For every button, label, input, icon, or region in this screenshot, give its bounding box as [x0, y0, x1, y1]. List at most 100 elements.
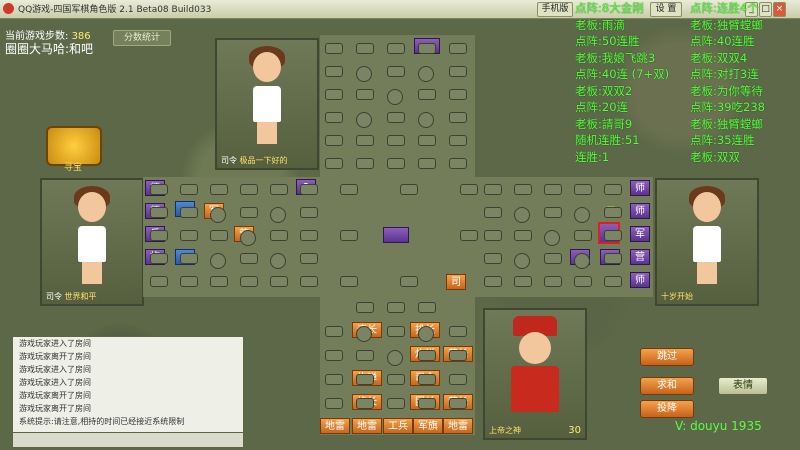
board-post[interactable]	[400, 276, 418, 287]
board-post[interactable]	[387, 302, 405, 313]
board-camp[interactable]	[387, 89, 403, 105]
board-post[interactable]	[449, 326, 467, 337]
board-post[interactable]	[325, 326, 343, 337]
board-piece-purple[interactable]	[383, 227, 409, 243]
board-post[interactable]	[604, 230, 622, 241]
board-post[interactable]	[325, 43, 343, 54]
board-post[interactable]	[449, 350, 467, 361]
board-post[interactable]	[180, 276, 198, 287]
my-piece[interactable]: 工兵	[383, 418, 413, 434]
board-post[interactable]	[449, 158, 467, 169]
board-post[interactable]	[418, 135, 436, 146]
board-post[interactable]	[180, 230, 198, 241]
board-piece[interactable]: 师	[630, 203, 650, 219]
board-post[interactable]	[180, 253, 198, 264]
board-post[interactable]	[356, 158, 374, 169]
board-post[interactable]	[325, 374, 343, 385]
board-post[interactable]	[418, 43, 436, 54]
board-post[interactable]	[514, 184, 532, 195]
board-camp[interactable]	[356, 66, 372, 82]
board-piece[interactable]: 师	[630, 180, 650, 196]
board-post[interactable]	[300, 184, 318, 195]
board-post[interactable]	[449, 374, 467, 385]
board-post[interactable]	[240, 207, 258, 218]
board-post[interactable]	[484, 253, 502, 264]
my-piece[interactable]: 地雷	[320, 418, 350, 434]
board-post[interactable]	[356, 302, 374, 313]
board-post[interactable]	[604, 253, 622, 264]
board-post[interactable]	[210, 184, 228, 195]
board-post[interactable]	[150, 184, 168, 195]
board-post[interactable]	[180, 207, 198, 218]
board-post[interactable]	[325, 112, 343, 123]
board-post[interactable]	[449, 89, 467, 100]
board-post[interactable]	[150, 230, 168, 241]
board-post[interactable]	[514, 276, 532, 287]
board-camp[interactable]	[418, 66, 434, 82]
board-post[interactable]	[574, 230, 592, 241]
board-camp[interactable]	[574, 207, 590, 223]
board-post[interactable]	[240, 276, 258, 287]
board-post[interactable]	[325, 350, 343, 361]
board-post[interactable]	[240, 184, 258, 195]
board-camp[interactable]	[210, 253, 226, 269]
board-post[interactable]	[460, 230, 478, 241]
board-post[interactable]	[484, 230, 502, 241]
board-post[interactable]	[460, 184, 478, 195]
surrender-button[interactable]: 投降	[640, 400, 694, 418]
board-post[interactable]	[418, 89, 436, 100]
board-camp[interactable]	[356, 112, 372, 128]
board-post[interactable]	[356, 43, 374, 54]
board-camp[interactable]	[240, 230, 256, 246]
tab-score-stats[interactable]: 分数统计	[113, 30, 171, 46]
board-post[interactable]	[449, 135, 467, 146]
board-post[interactable]	[356, 89, 374, 100]
board-post[interactable]	[484, 184, 502, 195]
close-button[interactable]: ×	[773, 2, 786, 17]
board-post[interactable]	[150, 253, 168, 264]
board-post[interactable]	[356, 350, 374, 361]
board-camp[interactable]	[356, 326, 372, 342]
emote-button[interactable]: 表情	[718, 377, 768, 395]
my-piece[interactable]: 军旗	[413, 418, 443, 434]
mobile-button[interactable]: 手机版	[537, 2, 573, 17]
board-post[interactable]	[418, 302, 436, 313]
board-post[interactable]	[449, 112, 467, 123]
peace-button[interactable]: 求和	[640, 377, 694, 395]
board-post[interactable]	[180, 184, 198, 195]
board-piece[interactable]: 司	[446, 274, 466, 290]
chat-input[interactable]	[12, 432, 244, 448]
board-post[interactable]	[604, 276, 622, 287]
board-post[interactable]	[604, 207, 622, 218]
board-post[interactable]	[449, 398, 467, 409]
board-post[interactable]	[418, 398, 436, 409]
board-post[interactable]	[300, 230, 318, 241]
board-post[interactable]	[387, 398, 405, 409]
board-post[interactable]	[418, 350, 436, 361]
board-post[interactable]	[387, 43, 405, 54]
board-camp[interactable]	[418, 326, 434, 342]
board-post[interactable]	[210, 276, 228, 287]
board-post[interactable]	[300, 276, 318, 287]
board-post[interactable]	[544, 253, 562, 264]
board-camp[interactable]	[210, 207, 226, 223]
board-post[interactable]	[449, 43, 467, 54]
board-post[interactable]	[400, 184, 418, 195]
board-camp[interactable]	[514, 253, 530, 269]
board-post[interactable]	[340, 276, 358, 287]
board-post[interactable]	[340, 230, 358, 241]
board-camp[interactable]	[270, 207, 286, 223]
board-post[interactable]	[300, 207, 318, 218]
board-post[interactable]	[270, 184, 288, 195]
board-post[interactable]	[418, 374, 436, 385]
board-camp[interactable]	[514, 207, 530, 223]
board-post[interactable]	[340, 184, 358, 195]
board-post[interactable]	[484, 276, 502, 287]
board-post[interactable]	[544, 276, 562, 287]
board-post[interactable]	[574, 276, 592, 287]
board-post[interactable]	[150, 276, 168, 287]
board-piece[interactable]: 营	[630, 249, 650, 265]
board-post[interactable]	[270, 276, 288, 287]
board-post[interactable]	[449, 66, 467, 77]
board-post[interactable]	[544, 184, 562, 195]
